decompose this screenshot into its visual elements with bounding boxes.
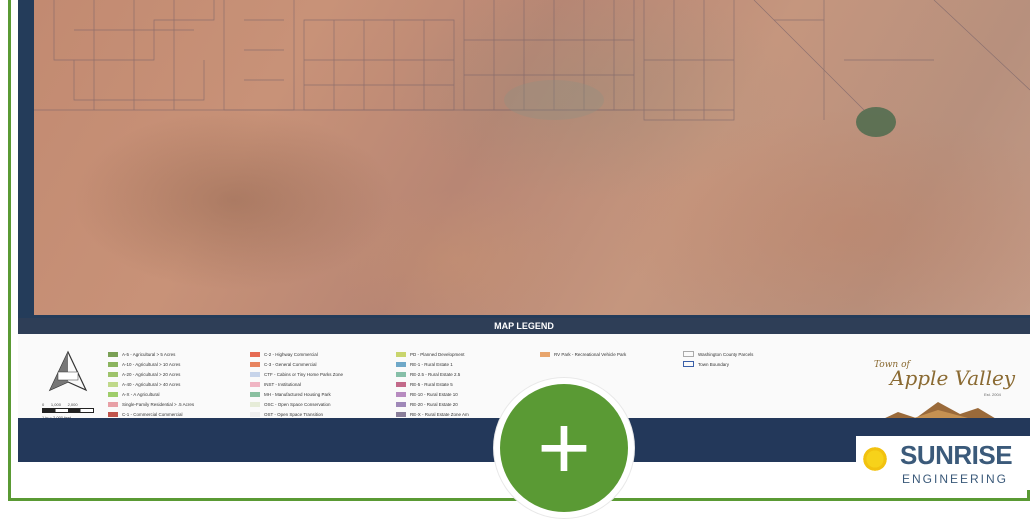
legend-item: RE-5 - Rural Estate 5 bbox=[396, 379, 469, 389]
sunrise-engineering-logo: SUNRISE ENGINEERING bbox=[856, 436, 1032, 490]
legend-swatch bbox=[250, 381, 260, 387]
legend-swatch bbox=[108, 361, 118, 367]
legend-item: C-2 - Highway Commercial bbox=[250, 349, 343, 359]
legend-item: RE-1 - Rural Estate 1 bbox=[396, 359, 469, 369]
legend-label: A-20 - Agricultural > 20 Acres bbox=[122, 371, 181, 377]
legend-label: RE-1 - Rural Estate 1 bbox=[410, 361, 453, 367]
legend-item: A-20 - Agricultural > 20 Acres bbox=[108, 369, 194, 379]
engineer-sub: ENGINEERING bbox=[902, 472, 1009, 486]
legend-swatch bbox=[396, 411, 406, 417]
legend-item: Town Boundary bbox=[683, 359, 753, 369]
legend-swatch bbox=[250, 361, 260, 367]
legend-label: RE-20 - Rural Estate 20 bbox=[410, 401, 458, 407]
legend-label: RE-10 - Rural Estate 10 bbox=[410, 391, 458, 397]
legend-label: INST - Institutional bbox=[264, 381, 301, 387]
legend-item: OSC - Open Space Conservation bbox=[250, 399, 343, 409]
legend-item: CTF - Cabins or Tiny Home Parks Zone bbox=[250, 369, 343, 379]
legend-swatch bbox=[396, 391, 406, 397]
legend-item: Washington County Parcels bbox=[683, 349, 753, 359]
parcel-lines bbox=[34, 0, 1030, 137]
legend-swatch bbox=[396, 371, 406, 377]
legend-column-3: PD - Planned Development RE-1 - Rural Est… bbox=[396, 349, 469, 419]
legend-label: RE-2.5 - Rural Estate 2.5 bbox=[410, 371, 461, 377]
aerial-map[interactable] bbox=[34, 0, 1030, 315]
legend-label: C-3 - General Commercial bbox=[264, 361, 317, 367]
legend-label: A-40 - Agricultural > 40 Acres bbox=[122, 381, 181, 387]
legend-swatch bbox=[250, 391, 260, 397]
legend-item: RV Park - Recreational Vehicle Park bbox=[540, 349, 626, 359]
legend-swatch bbox=[250, 351, 260, 357]
scale-tick-2: 2,000 bbox=[67, 402, 78, 407]
legend-label: C-1 - Commercial Commercial bbox=[122, 411, 183, 417]
scale-tick-1: 1,000 bbox=[50, 402, 61, 407]
legend-swatch bbox=[250, 411, 260, 417]
legend-label: OST - Open Space Transition bbox=[264, 411, 323, 417]
legend-label: A-5 - Agricultural > 5 Acres bbox=[122, 351, 176, 357]
legend-column-5: Washington County Parcels Town Boundary bbox=[683, 349, 753, 369]
legend-label: Washington County Parcels bbox=[698, 351, 754, 357]
legend-label: MH - Manufactured Housing Park bbox=[264, 391, 331, 397]
legend-swatch bbox=[396, 401, 406, 407]
scale-graphic bbox=[42, 408, 94, 413]
legend-item: C-3 - General Commercial bbox=[250, 359, 343, 369]
town-est: Est. 2004 bbox=[984, 392, 1001, 397]
legend-item: INST - Institutional bbox=[250, 379, 343, 389]
legend-item: PD - Planned Development bbox=[396, 349, 469, 359]
legend-column-4: RV Park - Recreational Vehicle Park bbox=[540, 349, 626, 359]
expand-plus-button[interactable]: + bbox=[494, 378, 634, 518]
legend-swatch bbox=[683, 351, 694, 357]
legend-label: C-2 - Highway Commercial bbox=[264, 351, 318, 357]
legend-swatch bbox=[396, 351, 406, 357]
legend-item: RE-20 - Rural Estate 20 bbox=[396, 399, 469, 409]
legend-item: A-X - A Agricultural bbox=[108, 389, 194, 399]
legend-item: A-5 - Agricultural > 5 Acres bbox=[108, 349, 194, 359]
legend-swatch bbox=[250, 371, 260, 377]
legend-label: A-10 - Agricultural > 10 Acres bbox=[122, 361, 181, 367]
north-arrow-icon bbox=[48, 350, 88, 392]
engineer-name: SUNRISE bbox=[900, 440, 1013, 470]
legend-swatch bbox=[540, 351, 550, 357]
legend-title: MAP LEGEND bbox=[18, 318, 1030, 334]
legend-label: RE-X - Rural Estate Zone Am bbox=[410, 411, 469, 417]
legend-swatch bbox=[108, 391, 118, 397]
legend-label: PD - Planned Development bbox=[410, 351, 465, 357]
legend-label: RV Park - Recreational Vehicle Park bbox=[554, 351, 627, 357]
legend-item: A-10 - Agricultural > 10 Acres bbox=[108, 359, 194, 369]
legend-swatch bbox=[108, 351, 118, 357]
legend-swatch bbox=[250, 401, 260, 407]
scale-tick-0: 0 bbox=[42, 402, 45, 407]
legend-label: Single-Family Residential > .5 Acres bbox=[122, 401, 195, 407]
legend-item: MH - Manufactured Housing Park bbox=[250, 389, 343, 399]
scale-ticks: 0 1,000 2,000 bbox=[42, 402, 78, 407]
legend-label: Town Boundary bbox=[698, 361, 730, 367]
sun-icon bbox=[860, 444, 890, 474]
legend-item: A-40 - Agricultural > 40 Acres bbox=[108, 379, 194, 389]
legend-swatch bbox=[396, 361, 406, 367]
legend-label: RE-5 - Rural Estate 5 bbox=[410, 381, 453, 387]
legend-swatch bbox=[108, 371, 118, 377]
legend-swatch bbox=[396, 381, 406, 387]
legend-item: Single-Family Residential > .5 Acres bbox=[108, 399, 194, 409]
legend-swatch bbox=[108, 401, 118, 407]
legend-column-2: C-2 - Highway Commercial C-3 - General Co… bbox=[250, 349, 343, 419]
legend-swatch bbox=[683, 361, 694, 367]
legend-label: OSC - Open Space Conservation bbox=[264, 401, 331, 407]
legend-label: A-X - A Agricultural bbox=[122, 391, 160, 397]
legend-item: RE-10 - Rural Estate 10 bbox=[396, 389, 469, 399]
legend-swatch bbox=[108, 381, 118, 387]
legend-label: CTF - Cabins or Tiny Home Parks Zone bbox=[264, 371, 344, 377]
legend-column-1: A-5 - Agricultural > 5 Acres A-10 - Agric… bbox=[108, 349, 194, 419]
legend-item: RE-2.5 - Rural Estate 2.5 bbox=[396, 369, 469, 379]
legend-swatch bbox=[108, 411, 118, 417]
town-name: Apple Valley bbox=[890, 366, 1016, 390]
